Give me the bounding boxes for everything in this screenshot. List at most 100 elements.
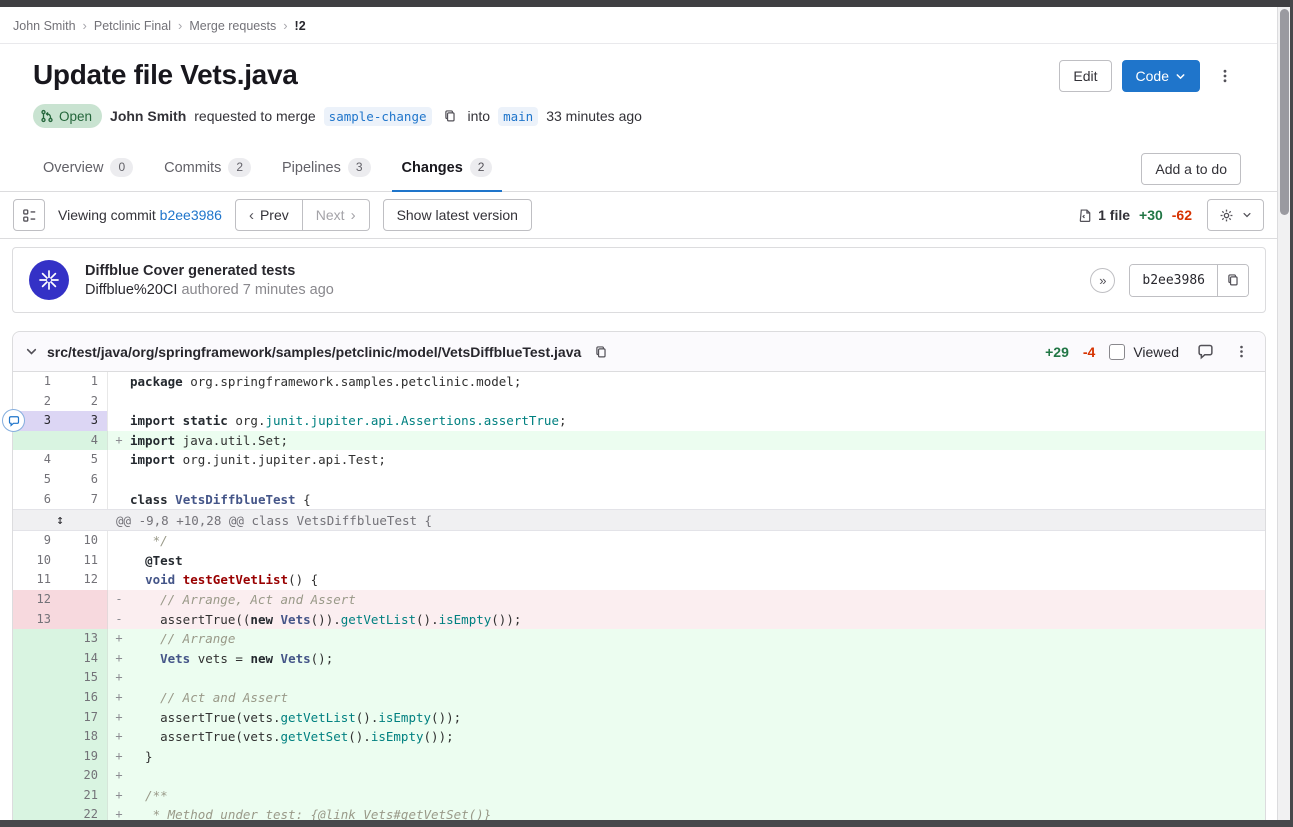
copy-icon bbox=[443, 109, 457, 123]
new-line-number[interactable]: 20 bbox=[60, 766, 107, 786]
new-line-number[interactable]: 17 bbox=[60, 708, 107, 728]
hunk-header: @@ -9,8 +10,28 @@ class VetsDiffblueTest… bbox=[107, 510, 432, 530]
breadcrumb-group[interactable]: John Smith bbox=[13, 19, 76, 33]
status-time-ago: 33 minutes ago bbox=[546, 108, 642, 124]
page-scrollbar[interactable] bbox=[1277, 0, 1290, 827]
new-line-number[interactable]: 11 bbox=[60, 551, 107, 571]
next-commit-button[interactable]: Next › bbox=[303, 199, 370, 231]
chevron-right-icon bbox=[178, 18, 182, 33]
file-comment-button[interactable] bbox=[1193, 336, 1217, 368]
new-line-number[interactable]: 15 bbox=[60, 668, 107, 688]
chevron-right-icon: › bbox=[351, 208, 356, 223]
copy-icon bbox=[1226, 273, 1240, 287]
old-line-number[interactable] bbox=[13, 431, 60, 451]
old-line-number[interactable]: 1 bbox=[13, 372, 60, 392]
old-line-number[interactable] bbox=[13, 708, 60, 728]
copy-sha-button[interactable] bbox=[1217, 265, 1248, 296]
diff-sign bbox=[108, 570, 130, 590]
code-text: // Arrange, Act and Assert bbox=[130, 590, 356, 610]
code-line: - // Arrange, Act and Assert bbox=[107, 590, 1265, 610]
tab-pipelines[interactable]: Pipelines 3 bbox=[272, 146, 381, 192]
new-line-number[interactable]: 12 bbox=[60, 570, 107, 590]
new-line-number[interactable]: 16 bbox=[60, 688, 107, 708]
copy-file-path-button[interactable] bbox=[590, 336, 612, 368]
old-line-number[interactable] bbox=[13, 747, 60, 767]
code-dropdown-button[interactable]: Code bbox=[1122, 60, 1200, 92]
code-text: package org.springframework.samples.petc… bbox=[130, 372, 521, 392]
diff-settings-button[interactable] bbox=[1207, 199, 1264, 231]
mr-author[interactable]: John Smith bbox=[110, 108, 186, 124]
commit-title[interactable]: Diffblue Cover generated tests bbox=[85, 263, 1074, 279]
tab-overview[interactable]: Overview 0 bbox=[33, 146, 143, 192]
breadcrumb-merge-requests[interactable]: Merge requests bbox=[189, 19, 276, 33]
old-line-number[interactable] bbox=[13, 688, 60, 708]
file-count-label: 1 file bbox=[1098, 207, 1130, 223]
viewing-commit-sha-link[interactable]: b2ee3986 bbox=[160, 207, 222, 223]
new-line-number[interactable]: 2 bbox=[60, 392, 107, 412]
expand-updown-icon[interactable]: ↕ bbox=[13, 510, 107, 530]
mr-kebab-menu-button[interactable] bbox=[1210, 60, 1240, 92]
new-line-number[interactable]: 1 bbox=[60, 372, 107, 392]
add-todo-button[interactable]: Add a to do bbox=[1141, 153, 1241, 185]
edit-button[interactable]: Edit bbox=[1059, 60, 1111, 92]
tab-count-badge: 3 bbox=[348, 158, 371, 177]
old-line-number[interactable]: 10 bbox=[13, 551, 60, 571]
code-text: // Act and Assert bbox=[130, 688, 288, 708]
code-text: assertTrue(vets.getVetList().isEmpty()); bbox=[130, 708, 461, 728]
new-line-number[interactable]: 21 bbox=[60, 786, 107, 806]
diff-file-card: src/test/java/org/springframework/sample… bbox=[12, 331, 1266, 827]
old-line-number[interactable]: 13 bbox=[13, 610, 60, 630]
new-line-number[interactable]: 10 bbox=[60, 531, 107, 551]
file-kebab-menu-button[interactable] bbox=[1231, 336, 1251, 368]
new-line-number[interactable] bbox=[60, 590, 107, 610]
code-line: + assertTrue(vets.getVetSet().isEmpty())… bbox=[107, 727, 1265, 747]
chevron-right-icon bbox=[283, 18, 287, 33]
diff-sign bbox=[108, 392, 130, 412]
new-line-number[interactable]: 19 bbox=[60, 747, 107, 767]
new-line-number[interactable]: 3 bbox=[60, 411, 107, 431]
new-line-number[interactable]: 6 bbox=[60, 470, 107, 490]
old-line-number[interactable]: 5 bbox=[13, 470, 60, 490]
old-line-number[interactable]: 9 bbox=[13, 531, 60, 551]
new-line-number[interactable]: 13 bbox=[60, 629, 107, 649]
commit-author[interactable]: Diffblue%20CI bbox=[85, 282, 177, 298]
tab-changes[interactable]: Changes 2 bbox=[392, 146, 503, 192]
old-line-number[interactable]: 12 bbox=[13, 590, 60, 610]
old-line-number[interactable] bbox=[13, 786, 60, 806]
new-line-number[interactable]: 4 bbox=[60, 431, 107, 451]
tab-commits[interactable]: Commits 2 bbox=[154, 146, 261, 192]
old-line-number[interactable] bbox=[13, 766, 60, 786]
old-line-number[interactable] bbox=[13, 668, 60, 688]
source-branch-chip[interactable]: sample-change bbox=[324, 107, 432, 126]
diff-sign bbox=[108, 470, 130, 490]
old-line-number[interactable] bbox=[13, 727, 60, 747]
new-line-number[interactable]: 5 bbox=[60, 450, 107, 470]
new-line-number[interactable]: 18 bbox=[60, 727, 107, 747]
file-path[interactable]: src/test/java/org/springframework/sample… bbox=[47, 344, 581, 360]
breadcrumb-project[interactable]: Petclinic Final bbox=[94, 19, 171, 33]
collapse-chevron-icon[interactable] bbox=[25, 345, 38, 358]
expand-lines-row[interactable]: ↕@@ -9,8 +10,28 @@ class VetsDiffblueTes… bbox=[13, 509, 1265, 531]
diff-sign: + bbox=[108, 649, 130, 669]
code-text: Vets vets = new Vets(); bbox=[130, 649, 333, 669]
old-line-number[interactable]: 2 bbox=[13, 392, 60, 412]
old-line-number[interactable] bbox=[13, 629, 60, 649]
changed-files-count[interactable]: 1 file bbox=[1078, 207, 1130, 223]
show-latest-version-button[interactable]: Show latest version bbox=[383, 199, 532, 231]
file-browser-toggle-button[interactable] bbox=[13, 199, 45, 231]
avatar[interactable] bbox=[29, 260, 69, 300]
commit-expand-button[interactable]: » bbox=[1090, 268, 1115, 293]
old-line-number[interactable] bbox=[13, 649, 60, 669]
target-branch-chip[interactable]: main bbox=[498, 107, 538, 126]
new-line-number[interactable]: 14 bbox=[60, 649, 107, 669]
scrollbar-thumb[interactable] bbox=[1280, 9, 1289, 215]
prev-commit-button[interactable]: ‹ Prev bbox=[235, 199, 303, 231]
viewed-checkbox[interactable] bbox=[1109, 344, 1125, 360]
new-line-number[interactable] bbox=[60, 610, 107, 630]
old-line-number[interactable]: 11 bbox=[13, 570, 60, 590]
copy-branch-button[interactable] bbox=[440, 100, 460, 132]
old-line-number[interactable]: 4 bbox=[13, 450, 60, 470]
new-line-number[interactable]: 7 bbox=[60, 490, 107, 510]
breadcrumb-mr-id[interactable]: !2 bbox=[295, 19, 306, 33]
old-line-number[interactable]: 6 bbox=[13, 490, 60, 510]
